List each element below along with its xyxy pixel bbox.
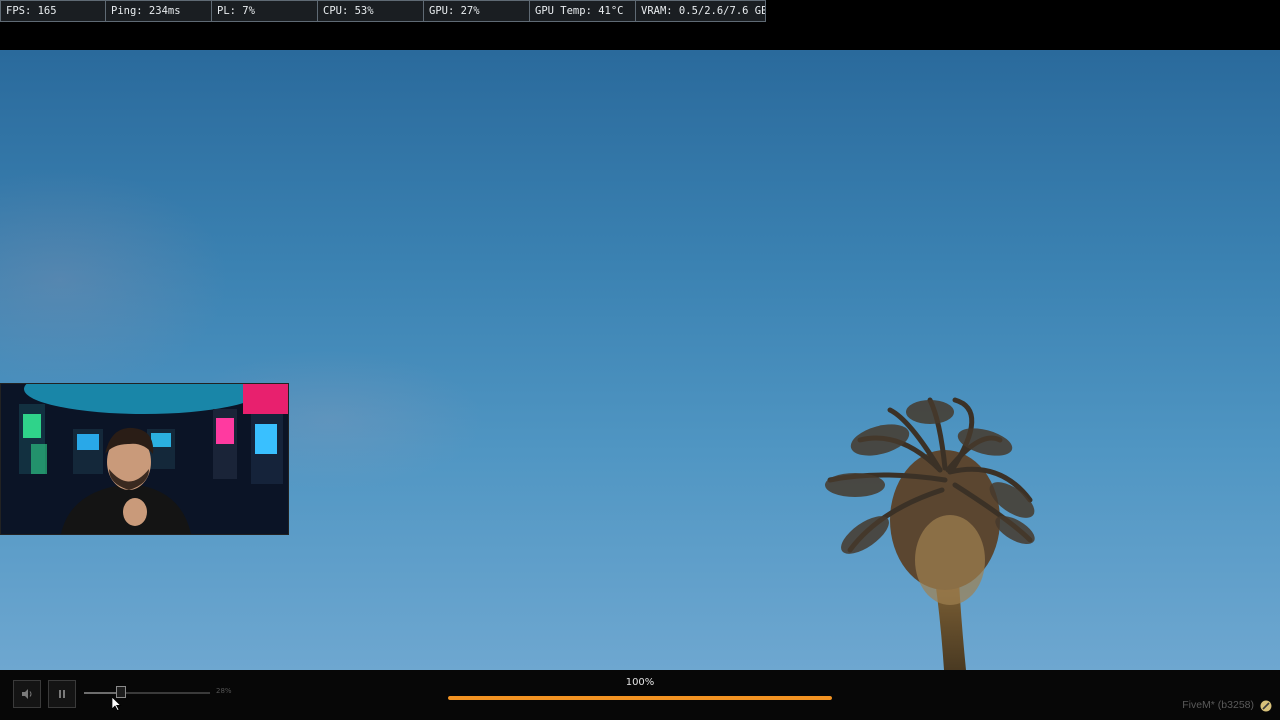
media-control-bar: 28% 100% FiveM* (b3258): [0, 670, 1280, 720]
volume-button[interactable]: [13, 680, 41, 708]
stat-gpu: GPU: 27%: [424, 0, 530, 22]
webcam-feed: [1, 384, 288, 534]
volume-slider[interactable]: [84, 692, 210, 694]
webcam-overlay: [0, 383, 289, 535]
brand-label: FiveM* (b3258): [1182, 699, 1254, 711]
mouse-pointer-icon: [112, 697, 122, 711]
pause-button[interactable]: [48, 680, 76, 708]
pause-icon: [59, 690, 65, 698]
stat-ping: Ping: 234ms: [106, 0, 212, 22]
speaker-icon: [22, 689, 32, 699]
volume-value: 28%: [216, 687, 232, 695]
stat-cpu: CPU: 53%: [318, 0, 424, 22]
palm-tree: [825, 397, 1035, 670]
stat-vram: VRAM: 0.5/2.6/7.6 GB: [636, 0, 766, 22]
stat-gpu-temp: GPU Temp: 41°C: [530, 0, 636, 22]
progress-bar: [448, 696, 832, 700]
progress-percent: 100%: [625, 677, 655, 688]
stat-fps: FPS: 165: [0, 0, 106, 22]
volume-slider-fill: [84, 692, 120, 694]
performance-overlay: FPS: 165 Ping: 234ms PL: 7% CPU: 53% GPU…: [0, 0, 1280, 50]
progress-bar-fill: [448, 696, 832, 700]
stat-packet-loss: PL: 7%: [212, 0, 318, 22]
fivem-logo-icon: [1260, 700, 1272, 712]
stats-row: FPS: 165 Ping: 234ms PL: 7% CPU: 53% GPU…: [0, 0, 766, 23]
game-view: [0, 50, 1280, 670]
